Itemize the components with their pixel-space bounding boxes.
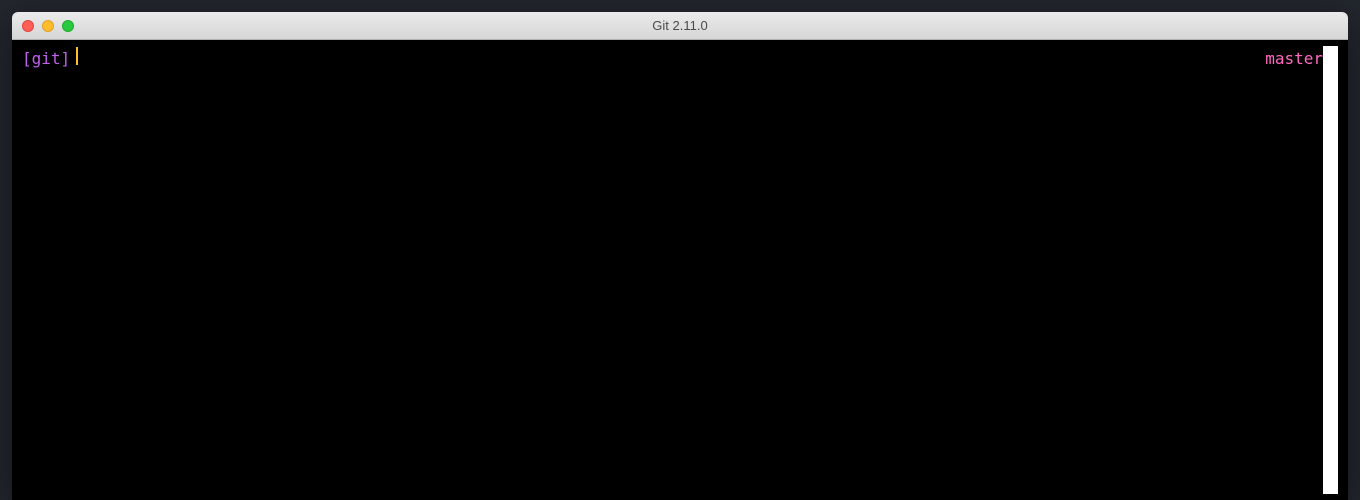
prompt-label: [git] <box>22 48 70 70</box>
close-icon[interactable] <box>22 20 34 32</box>
prompt-line: [git] master <box>22 46 1323 70</box>
terminal-area[interactable]: [git] master <box>12 40 1348 500</box>
minimize-icon[interactable] <box>42 20 54 32</box>
maximize-icon[interactable] <box>62 20 74 32</box>
terminal-window: Git 2.11.0 [git] master <box>12 12 1348 500</box>
window-titlebar[interactable]: Git 2.11.0 <box>12 12 1348 40</box>
scrollbar[interactable] <box>1323 46 1338 494</box>
window-title: Git 2.11.0 <box>12 18 1348 33</box>
cursor-icon <box>76 47 78 65</box>
branch-label: master <box>1265 48 1323 70</box>
window-controls <box>12 20 74 32</box>
prompt-left: [git] <box>22 46 78 70</box>
terminal-content[interactable]: [git] master <box>22 46 1323 494</box>
